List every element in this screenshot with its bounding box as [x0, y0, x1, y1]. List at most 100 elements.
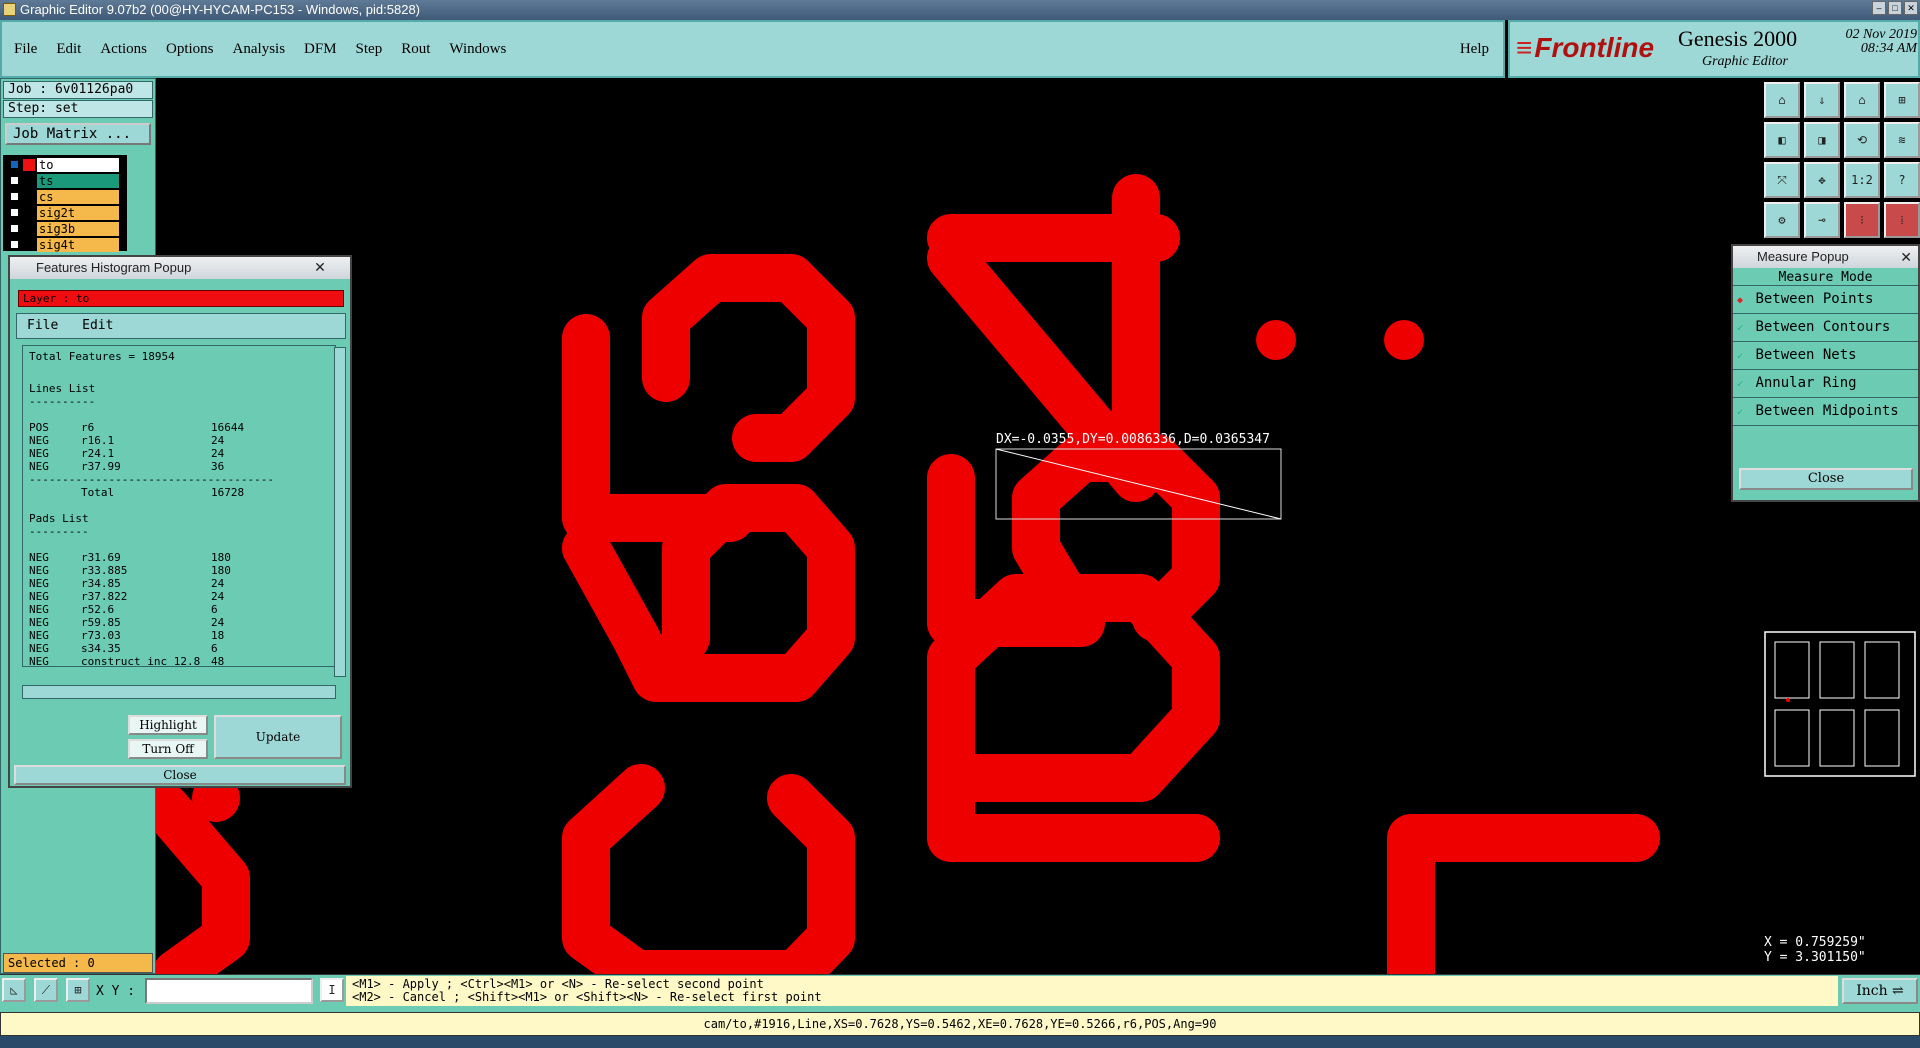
layer-list: to ts cs sig2t sig3b sig4t [3, 155, 127, 252]
vertical-scrollbar[interactable] [334, 347, 346, 677]
pads-row[interactable]: NEG r33.885 180 [29, 564, 335, 577]
close-icon[interactable]: ✕ [1900, 246, 1912, 268]
home-icon[interactable]: ⌂ [1844, 82, 1880, 118]
zoom-home-icon[interactable]: ⌂ [1764, 82, 1800, 118]
menu-step[interactable]: Step [356, 41, 383, 58]
close-icon[interactable]: ✕ [1904, 1, 1918, 15]
measure-tool-icon[interactable]: ⚙ [1764, 202, 1800, 238]
fit-all-icon[interactable]: ⤧ [1764, 162, 1800, 198]
job-matrix-button[interactable]: Job Matrix ... [5, 123, 151, 145]
lines-row[interactable]: POS r6 16644 [29, 421, 335, 434]
layer-name[interactable]: ts [37, 173, 119, 188]
layer-checkbox[interactable] [9, 207, 20, 218]
minimize-icon[interactable]: – [1872, 1, 1886, 15]
layer-name[interactable]: sig3b [37, 221, 119, 236]
probe-icon[interactable]: ⊸ [1804, 202, 1840, 238]
highlight-button[interactable]: Highlight [128, 715, 208, 735]
overview-map[interactable] [1760, 630, 1920, 930]
graphic-canvas[interactable]: DX=-0.0355,DY=0.0086336,D=0.0365347 [156, 78, 1760, 974]
layer-row-sig3b[interactable]: sig3b [9, 221, 119, 236]
layer-name[interactable]: cs [37, 189, 119, 204]
measure-mode-label: Measure Mode [1733, 270, 1918, 286]
layer-name[interactable]: sig2t [37, 205, 119, 220]
layer-checkbox[interactable] [9, 159, 20, 170]
menu-actions[interactable]: Actions [100, 41, 147, 58]
layer-checkbox[interactable] [9, 175, 20, 186]
layer-row-sig4t[interactable]: sig4t [9, 237, 119, 252]
popup-titlebar: Features Histogram Popup ✕ [10, 257, 350, 279]
menu-options[interactable]: Options [166, 41, 214, 58]
lines-row[interactable]: NEG r16.1 24 [29, 434, 335, 447]
menu-analysis[interactable]: Analysis [233, 41, 286, 58]
count: 6 [211, 603, 218, 616]
pan-right-icon[interactable]: ◨ [1804, 122, 1840, 158]
help-icon[interactable]: ? [1884, 162, 1920, 198]
panel-thumbnail[interactable] [1760, 630, 1920, 930]
menu-edit[interactable]: Edit [56, 41, 81, 58]
menu-help[interactable]: Help [1460, 41, 1489, 58]
fit-view-icon[interactable]: ✥ [1804, 162, 1840, 198]
turn-off-button[interactable]: Turn Off [128, 739, 208, 759]
count: 180 [211, 551, 231, 564]
measure-option[interactable]: ✓ Between Nets [1733, 342, 1918, 370]
lines-row[interactable]: NEG r37.99 36 [29, 460, 335, 473]
menu-rout[interactable]: Rout [401, 41, 430, 58]
layer-checkbox[interactable] [9, 223, 20, 234]
lines-row[interactable]: NEG r24.1 24 [29, 447, 335, 460]
layer-checkbox[interactable] [9, 191, 20, 202]
pads-row[interactable]: NEG r34.85 24 [29, 577, 335, 590]
layer-row-cs[interactable]: cs [9, 189, 119, 204]
measure-option[interactable]: ✓ Annular Ring [1733, 370, 1918, 398]
symbol: construct_inc_12.8 [81, 655, 201, 667]
measure-option[interactable]: ✓ Between Midpoints [1733, 398, 1918, 426]
net-compare-icon[interactable]: ⁞ [1884, 202, 1920, 238]
layer-name[interactable]: sig4t [37, 237, 119, 252]
layer-row-ts[interactable]: ts [9, 173, 119, 188]
layer-row-sig2t[interactable]: sig2t [9, 205, 119, 220]
polarity: NEG [29, 577, 49, 590]
horizontal-scrollbar[interactable] [22, 685, 336, 699]
popup-menu-edit[interactable]: Edit [82, 318, 113, 333]
snap-icon[interactable]: ≋ [1884, 122, 1920, 158]
selected-diamond-icon: ◆ [1737, 295, 1744, 306]
pads-row[interactable]: NEG r59.85 24 [29, 616, 335, 629]
pads-row[interactable]: NEG r31.69 180 [29, 551, 335, 564]
features-list[interactable]: Total Features = 18954 Lines List ------… [22, 345, 336, 667]
pads-row[interactable]: NEG r37.822 24 [29, 590, 335, 603]
xy-input[interactable] [145, 978, 313, 1004]
popup-menu: File Edit [16, 313, 346, 339]
maximize-icon[interactable]: □ [1888, 1, 1902, 15]
measure-option[interactable]: ✓ Between Contours [1733, 314, 1918, 342]
pads-row[interactable]: NEG r73.03 18 [29, 629, 335, 642]
pan-left-icon[interactable]: ◧ [1764, 122, 1800, 158]
layer-name[interactable]: to [37, 157, 119, 172]
measure-close-button[interactable]: Close [1739, 468, 1913, 490]
histogram-close-button[interactable]: Close [14, 765, 346, 785]
pads-row[interactable]: NEG construct_inc_12.8 48 [29, 655, 335, 667]
menu-dfm[interactable]: DFM [304, 41, 337, 58]
pads-row[interactable]: NEG r52.6 6 [29, 603, 335, 616]
layer-row-to[interactable]: to [9, 157, 119, 172]
split-view-icon[interactable]: ⊞ [1884, 82, 1920, 118]
measure-mode-icon[interactable]: ⟋ [34, 978, 58, 1002]
layer-checkbox[interactable] [9, 239, 20, 250]
popup-menu-file[interactable]: File [27, 318, 58, 333]
menu-file[interactable]: File [14, 41, 37, 58]
rotate-icon[interactable]: ⟲ [1844, 122, 1880, 158]
pcb-artwork[interactable]: DX=-0.0355,DY=0.0086336,D=0.0365347 [156, 78, 1760, 974]
netlist-icon[interactable]: ⁝ [1844, 202, 1880, 238]
pad-dot [1256, 320, 1296, 360]
update-button[interactable]: Update [214, 715, 342, 759]
units-select[interactable]: Inch ⇌ [1842, 978, 1918, 1004]
menu-windows[interactable]: Windows [449, 41, 506, 58]
select-mode-icon[interactable]: ◺ [2, 978, 26, 1002]
scale-icon[interactable]: 1:2 [1844, 162, 1880, 198]
grid-icon[interactable]: ⊞ [66, 978, 90, 1002]
info-icon[interactable]: I [320, 978, 344, 1002]
count: 24 [211, 434, 225, 447]
close-icon[interactable]: ✕ [300, 259, 340, 275]
zoom-in-icon[interactable]: ⇓ [1804, 82, 1840, 118]
measure-option[interactable]: ◆ Between Points [1733, 286, 1918, 314]
pads-list-header: Pads List [29, 512, 89, 525]
pads-row[interactable]: NEG s34.35 6 [29, 642, 335, 655]
